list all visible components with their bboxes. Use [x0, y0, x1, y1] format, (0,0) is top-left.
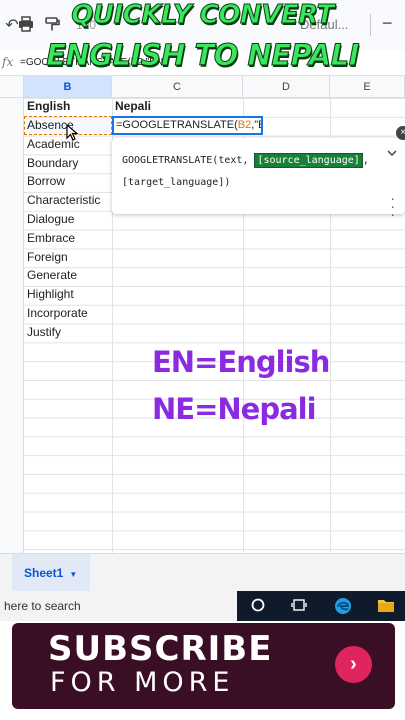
- task-view-icon[interactable]: [290, 597, 308, 615]
- legend-en: EN=English: [152, 345, 330, 379]
- cell-b1[interactable]: English: [24, 97, 112, 116]
- cortana-icon[interactable]: [249, 597, 267, 615]
- mouse-pointer-icon: [66, 123, 80, 142]
- edge-browser-icon[interactable]: [334, 597, 352, 615]
- for-more-text: FOR MORE: [50, 667, 235, 698]
- file-explorer-icon[interactable]: [377, 597, 395, 615]
- cell-word[interactable]: Borrow: [24, 172, 112, 191]
- active-cell-editor[interactable]: =GOOGLETRANSLATE(B2,"EN: [112, 116, 263, 135]
- chevron-right-icon[interactable]: ›: [335, 646, 372, 683]
- column-header-d[interactable]: D: [243, 76, 330, 98]
- caret-down-icon[interactable]: ▼: [69, 570, 77, 579]
- windows-taskbar: here to search: [0, 591, 405, 621]
- select-all-corner[interactable]: [0, 76, 24, 98]
- signature-current-arg: [source_language]: [254, 153, 363, 168]
- cell-word[interactable]: Characteristic: [24, 191, 112, 210]
- column-header-b[interactable]: B: [24, 76, 112, 98]
- column-header-e[interactable]: E: [330, 76, 405, 98]
- sheet-tab-bar: Sheet1 ▼: [0, 553, 405, 592]
- signature-start: GOOGLETRANSLATE(text,: [122, 155, 255, 166]
- column-header-c[interactable]: C: [112, 76, 243, 98]
- cell-word[interactable]: Embrace: [24, 229, 112, 248]
- taskbar-search-input[interactable]: here to search: [0, 591, 237, 621]
- cell-word[interactable]: Justify: [24, 323, 112, 342]
- close-icon[interactable]: ×: [396, 126, 405, 140]
- cell-word[interactable]: Foreign: [24, 248, 112, 267]
- formula-range-arg: B2: [237, 119, 252, 131]
- sheet-tab-label: Sheet1: [24, 566, 64, 580]
- subscribe-text: SUBSCRIBE: [48, 629, 273, 669]
- signature-comma: ,: [362, 155, 369, 166]
- legend-ne: NE=Nepali: [152, 392, 317, 426]
- cell-c1[interactable]: Nepali: [112, 97, 243, 116]
- overlay-title-line-2: ENGLISH TO NEPALI: [46, 38, 360, 73]
- function-help-popup[interactable]: GOOGLETRANSLATE(text, [source_language],…: [112, 138, 405, 221]
- row-headers[interactable]: [0, 98, 24, 553]
- cell-word[interactable]: Incorporate: [24, 304, 112, 323]
- more-vert-icon[interactable]: · · ·: [390, 191, 395, 221]
- cell-word[interactable]: Boundary: [24, 154, 112, 173]
- function-signature: GOOGLETRANSLATE(text, [source_language],…: [122, 150, 372, 194]
- cell-word[interactable]: Highlight: [24, 285, 112, 304]
- tab-sheet1[interactable]: Sheet1 ▼: [12, 554, 90, 592]
- cell-word[interactable]: Generate: [24, 266, 112, 285]
- cell-word[interactable]: Dialogue: [24, 210, 112, 229]
- formula-prefix: =GOOGLETRANSLATE(: [116, 119, 238, 131]
- chevron-down-icon[interactable]: [387, 148, 397, 160]
- signature-line-2: [target_language]): [122, 177, 231, 188]
- formula-suffix: ,"EN: [251, 119, 261, 131]
- subscribe-banner[interactable]: SUBSCRIBE FOR MORE ›: [12, 623, 395, 709]
- overlay-title-line-1: QUICKLY CONVERT: [71, 0, 335, 31]
